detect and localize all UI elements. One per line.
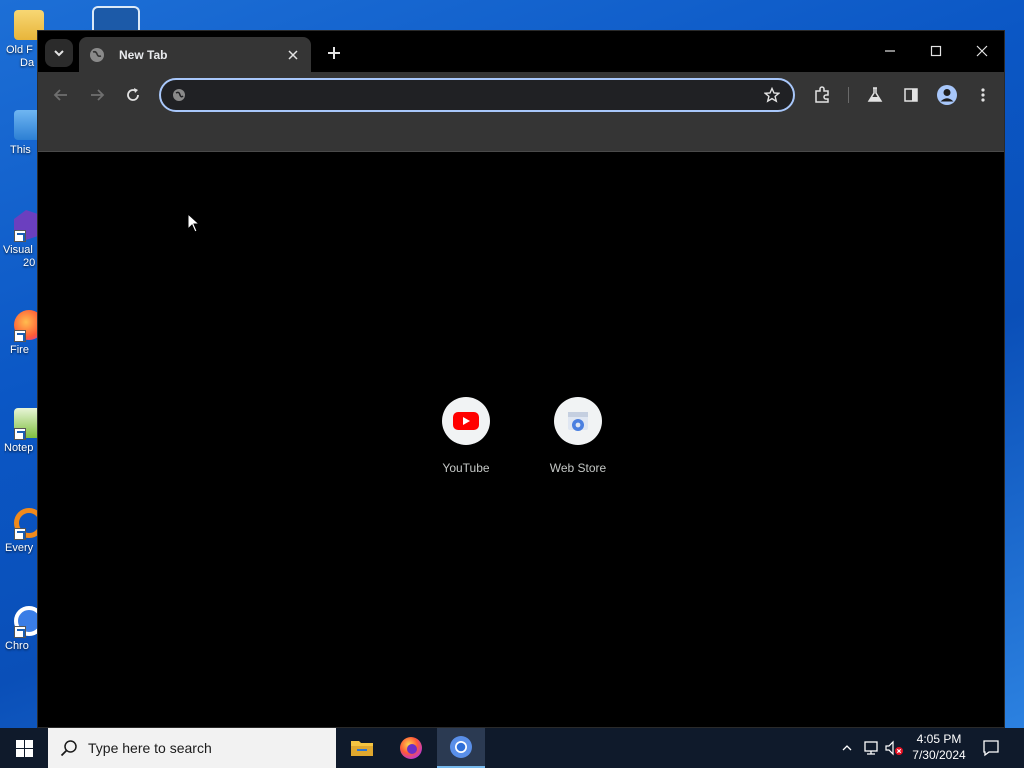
desktop-icon-visual-studio[interactable]: Visual 20 bbox=[0, 208, 44, 288]
page-icon bbox=[173, 89, 185, 101]
flask-icon bbox=[867, 87, 883, 102]
reload-button[interactable] bbox=[119, 81, 147, 109]
new-tab-page: YouTube Web Store bbox=[38, 153, 1004, 727]
maximize-button[interactable] bbox=[913, 31, 959, 71]
desktop-icon-label: Notep bbox=[4, 442, 34, 454]
network-button[interactable] bbox=[861, 738, 881, 758]
tab-strip: New Tab bbox=[38, 31, 1004, 72]
folder-icon bbox=[351, 741, 373, 756]
bookmark-button[interactable] bbox=[757, 80, 787, 110]
clock-time: 4:05 PM bbox=[916, 732, 962, 746]
address-bar[interactable] bbox=[159, 78, 795, 112]
chevron-down-icon bbox=[54, 50, 64, 57]
shortcut-icon-circle bbox=[554, 397, 602, 445]
taskbar-search-input[interactable] bbox=[88, 728, 336, 768]
desktop-icon-old-data[interactable]: Old F Da bbox=[0, 8, 44, 88]
shortcut-arrow-icon bbox=[14, 330, 26, 342]
desktop-icon-label: This bbox=[10, 144, 31, 156]
close-icon bbox=[976, 45, 988, 57]
web-store-icon bbox=[568, 412, 588, 431]
taskbar-clock[interactable]: 4:05 PM 7/30/2024 bbox=[902, 731, 976, 765]
mouse-cursor-icon bbox=[187, 213, 201, 233]
chrome-icon bbox=[450, 736, 472, 758]
clock-date: 7/30/2024 bbox=[912, 748, 966, 762]
windows-logo-icon bbox=[15, 739, 33, 757]
youtube-icon bbox=[453, 412, 479, 430]
plus-icon bbox=[328, 47, 340, 59]
desktop-icon-label: Chro bbox=[5, 640, 29, 652]
start-button[interactable] bbox=[0, 728, 48, 768]
desktop-icon-this-pc[interactable]: This bbox=[0, 108, 44, 188]
star-icon bbox=[764, 87, 780, 103]
close-window-button[interactable] bbox=[959, 31, 1005, 71]
chevron-up-icon bbox=[842, 745, 852, 751]
toolbar-divider bbox=[848, 87, 849, 103]
address-input[interactable] bbox=[187, 80, 757, 110]
side-panel-button[interactable] bbox=[897, 81, 925, 109]
desktop-icon-firefox[interactable]: Fire bbox=[0, 308, 44, 388]
minimize-icon bbox=[885, 50, 895, 52]
firefox-icon bbox=[400, 737, 422, 759]
browser-toolbar bbox=[38, 72, 1004, 152]
taskbar-firefox[interactable] bbox=[387, 728, 435, 768]
back-button[interactable] bbox=[47, 81, 75, 109]
desktop-icon-label: 20 bbox=[23, 257, 36, 269]
more-vertical-icon bbox=[981, 88, 985, 102]
search-icon bbox=[60, 740, 77, 757]
profile-button[interactable] bbox=[933, 81, 961, 109]
tab-search-button[interactable] bbox=[45, 39, 73, 67]
shortcut-arrow-icon bbox=[14, 428, 26, 440]
tab-title: New Tab bbox=[119, 47, 168, 62]
labs-button[interactable] bbox=[861, 81, 889, 109]
shortcut-arrow-icon bbox=[14, 626, 26, 638]
menu-button[interactable] bbox=[969, 81, 997, 109]
close-icon bbox=[288, 49, 298, 60]
volume-muted-icon bbox=[885, 740, 903, 756]
side-panel-icon bbox=[904, 88, 918, 102]
shortcut-arrow-icon bbox=[14, 230, 26, 242]
arrow-left-icon bbox=[53, 89, 67, 101]
desktop-icon-label: Visual bbox=[3, 244, 33, 256]
notification-icon bbox=[983, 740, 999, 757]
taskbar-file-explorer[interactable] bbox=[338, 728, 386, 768]
shortcut-icon-circle bbox=[442, 397, 490, 445]
shortcut-arrow-icon bbox=[14, 528, 26, 540]
close-tab-button[interactable] bbox=[283, 45, 303, 65]
desktop-icon-label: Every bbox=[5, 542, 34, 554]
taskbar-chrome[interactable] bbox=[437, 728, 485, 768]
shortcut-label: YouTube bbox=[442, 461, 490, 475]
action-center-button[interactable] bbox=[981, 738, 1001, 758]
extensions-button[interactable] bbox=[808, 81, 836, 109]
shortcut-label: Web Store bbox=[549, 461, 607, 475]
desktop-icon-chrome[interactable]: Chro bbox=[0, 604, 44, 684]
desktop-icon-notepad[interactable]: Notep bbox=[0, 406, 44, 486]
desktop-icon-label: Old F bbox=[6, 44, 33, 56]
shortcut-web-store[interactable]: Web Store bbox=[528, 397, 628, 493]
desktop-app-icon-top[interactable] bbox=[92, 6, 140, 32]
new-tab-button[interactable] bbox=[320, 39, 348, 67]
desktop-icon-label: Fire bbox=[10, 344, 29, 356]
globe-icon bbox=[90, 47, 104, 62]
desktop-icon-label: Da bbox=[20, 57, 35, 69]
maximize-icon bbox=[930, 45, 942, 57]
avatar-icon bbox=[937, 85, 957, 105]
puzzle-icon bbox=[815, 86, 829, 103]
minimize-button[interactable] bbox=[867, 31, 913, 71]
reload-icon bbox=[127, 88, 139, 101]
desktop-icon-everything[interactable]: Every bbox=[0, 506, 44, 586]
show-hidden-icons-button[interactable] bbox=[837, 738, 857, 758]
shortcut-youtube[interactable]: YouTube bbox=[416, 397, 516, 493]
arrow-right-icon bbox=[91, 89, 105, 101]
taskbar-search[interactable] bbox=[48, 728, 336, 768]
network-icon bbox=[864, 741, 878, 755]
tab-new-tab[interactable]: New Tab bbox=[79, 37, 311, 72]
taskbar: 4:05 PM 7/30/2024 bbox=[0, 728, 1024, 768]
volume-button[interactable] bbox=[884, 738, 904, 758]
forward-button[interactable] bbox=[83, 81, 111, 109]
browser-window: New Tab YouTube Web Store bbox=[37, 30, 1005, 728]
